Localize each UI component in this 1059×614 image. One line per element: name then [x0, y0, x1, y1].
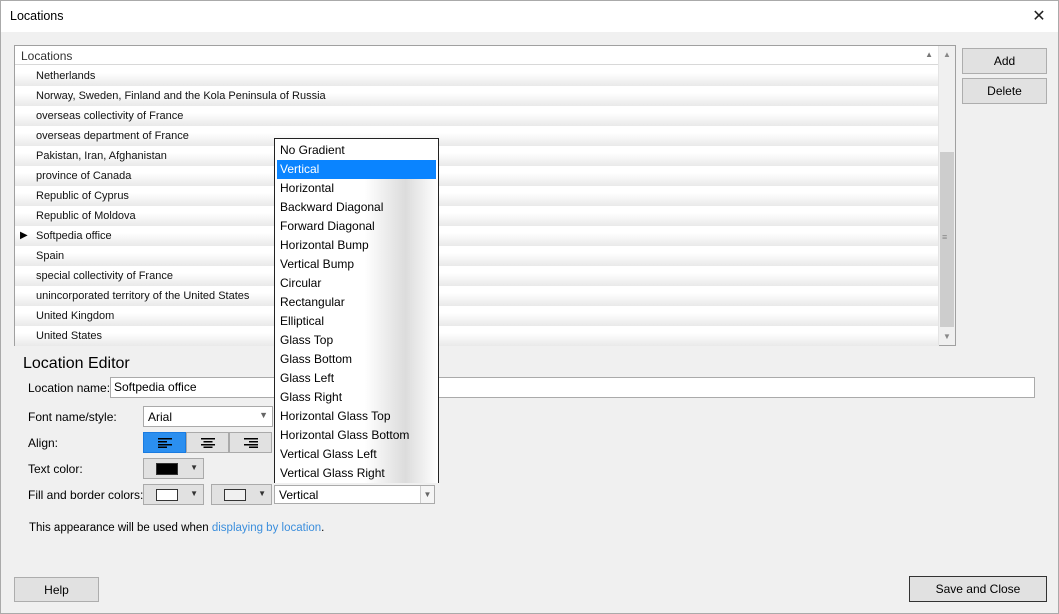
gradient-option[interactable]: Backward Diagonal	[275, 198, 438, 217]
gradient-option[interactable]: Elliptical	[275, 312, 438, 331]
save-and-close-button[interactable]: Save and Close	[909, 576, 1047, 602]
align-center-button[interactable]	[186, 432, 229, 453]
location-cell: unincorporated territory of the United S…	[36, 290, 250, 302]
table-row[interactable]: unincorporated territory of the United S…	[15, 286, 939, 306]
border-color-button[interactable]: ▼	[211, 484, 272, 505]
gradient-option[interactable]: Vertical	[277, 160, 436, 179]
scroll-grip-icon: ≡	[942, 232, 948, 242]
delete-button[interactable]: Delete	[962, 78, 1047, 104]
gradient-option[interactable]: Horizontal	[275, 179, 438, 198]
chevron-down-icon: ▼	[258, 489, 266, 498]
fill-color-swatch	[156, 489, 178, 501]
chevron-down-icon: ▼	[190, 489, 198, 498]
scroll-up-icon[interactable]: ▲	[943, 50, 951, 59]
vertical-scrollbar[interactable]: ▲ ≡ ▼	[938, 46, 955, 345]
locations-dialog: Locations ✕ Locations ▲ Netherlands Norwa…	[0, 0, 1059, 614]
align-buttons	[143, 432, 273, 453]
location-name-label: Location name:	[28, 381, 111, 395]
location-cell: overseas department of France	[36, 130, 189, 142]
gradient-option[interactable]: Vertical Bump	[275, 255, 438, 274]
gradient-select-value: Vertical	[279, 488, 319, 502]
location-name-input[interactable]: Softpedia office	[110, 377, 1035, 398]
table-row[interactable]: Republic of Moldova	[15, 206, 939, 226]
border-color-swatch	[224, 489, 246, 501]
font-label: Font name/style:	[28, 410, 117, 424]
gradient-dropdown-list[interactable]: No Gradient Vertical Horizontal Backward Di…	[274, 138, 439, 483]
location-cell: Republic of Moldova	[36, 210, 136, 222]
displaying-by-location-link[interactable]: displaying by location	[212, 522, 321, 534]
font-select[interactable]: Arial ▼	[143, 406, 273, 427]
sort-ascending-icon: ▲	[925, 50, 933, 59]
location-cell: Norway, Sweden, Finland and the Kola Pen…	[36, 90, 326, 102]
fill-border-label: Fill and border colors:	[28, 488, 144, 502]
table-row[interactable]: Norway, Sweden, Finland and the Kola Pen…	[15, 86, 939, 106]
grid-rows: Netherlands Norway, Sweden, Finland and t…	[15, 66, 939, 346]
gradient-option[interactable]: Glass Bottom	[275, 350, 438, 369]
info-text: This appearance will be used when displa…	[29, 522, 324, 534]
align-right-button[interactable]	[229, 432, 272, 453]
gradient-option[interactable]: Rectangular	[275, 293, 438, 312]
align-label: Align:	[28, 436, 59, 450]
gradient-select[interactable]: Vertical ▼	[274, 485, 435, 504]
gradient-option[interactable]: Forward Diagonal	[275, 217, 438, 236]
gradient-option[interactable]: Glass Right	[275, 388, 438, 407]
scroll-down-icon[interactable]: ▼	[943, 332, 951, 341]
gradient-option[interactable]: Glass Top	[275, 331, 438, 350]
table-row[interactable]: province of Canada	[15, 166, 939, 186]
table-row[interactable]: United Kingdom	[15, 306, 939, 326]
help-button[interactable]: Help	[14, 577, 99, 602]
locations-grid[interactable]: Locations ▲ Netherlands Norway, Sweden, F…	[14, 45, 956, 346]
table-row[interactable]: United States	[15, 326, 939, 346]
window-title: Locations	[10, 9, 64, 23]
align-left-button[interactable]	[143, 432, 186, 453]
title-bar: Locations ✕	[1, 1, 1058, 32]
gradient-option[interactable]: Vertical Glass Left	[275, 445, 438, 464]
location-cell: Pakistan, Iran, Afghanistan	[36, 150, 167, 162]
location-cell: Softpedia office	[36, 230, 112, 242]
align-center-icon	[200, 437, 215, 448]
close-icon[interactable]: ✕	[1028, 5, 1050, 27]
table-row[interactable]: special collectivity of France	[15, 266, 939, 286]
column-header-locations: Locations	[21, 49, 73, 63]
align-left-icon	[157, 437, 172, 448]
info-suffix: .	[321, 522, 325, 534]
table-row[interactable]: ▶ Softpedia office	[15, 226, 939, 246]
current-row-indicator-icon: ▶	[20, 230, 28, 241]
gradient-option[interactable]: Horizontal Bump	[275, 236, 438, 255]
chevron-down-icon: ▼	[259, 410, 268, 420]
table-row[interactable]: overseas department of France	[15, 126, 939, 146]
table-row[interactable]: Pakistan, Iran, Afghanistan	[15, 146, 939, 166]
location-cell: Republic of Cyprus	[36, 190, 129, 202]
table-row[interactable]: Spain	[15, 246, 939, 266]
chevron-down-icon[interactable]: ▼	[420, 486, 434, 503]
location-cell: province of Canada	[36, 170, 132, 182]
table-row[interactable]: overseas collectivity of France	[15, 106, 939, 126]
location-cell: Spain	[36, 250, 65, 262]
chevron-down-icon: ▼	[190, 463, 198, 472]
font-select-value: Arial	[148, 410, 173, 424]
gradient-option[interactable]: Horizontal Glass Top	[275, 407, 438, 426]
table-row[interactable]: Netherlands	[15, 66, 939, 86]
location-cell: overseas collectivity of France	[36, 110, 184, 122]
table-row[interactable]: Republic of Cyprus	[15, 186, 939, 206]
text-color-button[interactable]: ▼	[143, 458, 204, 479]
info-prefix: This appearance will be used when	[29, 522, 212, 534]
gradient-option[interactable]: Vertical Glass Right	[275, 464, 438, 483]
location-cell: special collectivity of France	[36, 270, 173, 282]
gradient-option[interactable]: Horizontal Glass Bottom	[275, 426, 438, 445]
add-button[interactable]: Add	[962, 48, 1047, 74]
location-cell: Netherlands	[36, 70, 96, 82]
location-cell: United States	[36, 330, 103, 342]
location-editor-title: Location Editor	[23, 355, 130, 372]
fill-color-button[interactable]: ▼	[143, 484, 204, 505]
gradient-option[interactable]: Glass Left	[275, 369, 438, 388]
text-color-label: Text color:	[28, 462, 83, 476]
gradient-option[interactable]: No Gradient	[275, 141, 438, 160]
location-cell: United Kingdom	[36, 310, 115, 322]
gradient-option[interactable]: Circular	[275, 274, 438, 293]
align-right-icon	[243, 437, 258, 448]
grid-header[interactable]: Locations ▲	[15, 46, 939, 65]
text-color-swatch	[156, 463, 178, 475]
